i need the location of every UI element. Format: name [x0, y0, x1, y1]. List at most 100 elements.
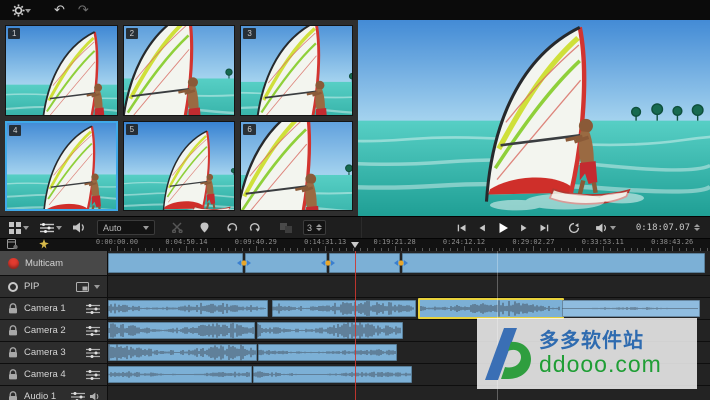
previous-frame-icon[interactable] — [477, 223, 487, 233]
clip-multicam-3[interactable] — [329, 253, 400, 273]
ruler-tick — [568, 248, 569, 251]
audio-speaker-icon[interactable] — [73, 222, 86, 233]
lock-icon[interactable] — [8, 391, 18, 400]
clip-camera-1-1[interactable] — [108, 300, 268, 317]
clip-camera-1-3[interactable] — [418, 298, 564, 319]
track-header-multicam[interactable]: Multicam — [0, 251, 108, 275]
track-label: Audio 1 — [24, 391, 56, 400]
lock-icon[interactable] — [8, 347, 18, 358]
ruler-tick — [124, 248, 125, 251]
audio-sync-icon[interactable] — [38, 239, 50, 249]
duration-stepper[interactable]: 3 — [303, 220, 326, 235]
rotate-left-icon[interactable] — [226, 222, 238, 233]
lock-icon[interactable] — [8, 369, 18, 380]
watermark: 多多软件站 ddooo.com — [477, 318, 697, 389]
track-label: Camera 4 — [24, 369, 66, 380]
split-clip-scissors-icon[interactable] — [172, 222, 183, 233]
watermark-logo-icon — [484, 326, 532, 382]
camera-thumbnail-6[interactable]: 6 — [240, 121, 353, 212]
camera-thumbnail-5[interactable]: 5 — [123, 121, 236, 212]
ruler-tick — [408, 248, 409, 251]
audio-source-select[interactable]: Auto — [97, 220, 155, 235]
transition-icon[interactable] — [280, 223, 292, 233]
ruler-timecode-label: 0:00:00.00 — [96, 238, 138, 246]
clip-camera-2-1[interactable] — [108, 322, 255, 339]
clip-camera-3-2[interactable] — [258, 344, 397, 361]
waveform — [108, 300, 268, 317]
ruler-tick — [582, 248, 583, 251]
undo-icon[interactable]: ↶ — [54, 0, 65, 20]
preview-image — [358, 20, 710, 216]
waveform — [272, 300, 416, 317]
track-options-icon[interactable] — [86, 304, 100, 314]
source-manager-icon[interactable] — [7, 239, 18, 249]
preview-volume-icon[interactable] — [596, 222, 616, 233]
waveform — [562, 300, 700, 317]
current-timecode[interactable]: 0:18:07.07 — [636, 221, 700, 234]
track-manager-icon[interactable] — [40, 222, 62, 233]
watermark-text: 多多软件站 ddooo.com — [539, 331, 662, 376]
waveform — [253, 366, 412, 383]
cut-point-icon[interactable] — [321, 254, 335, 272]
redo-icon[interactable]: ↷ — [78, 0, 89, 20]
ruler-tick — [214, 248, 215, 251]
clip-multicam-1[interactable] — [108, 253, 243, 273]
ruler-tick — [110, 248, 111, 251]
clip-multicam-2[interactable] — [245, 253, 327, 273]
clip-camera-3-1[interactable] — [108, 344, 257, 361]
track-content-camera-1[interactable] — [108, 298, 710, 319]
ruler-tick — [131, 248, 132, 251]
track-options-icon[interactable] — [86, 370, 100, 380]
track-options-icon[interactable] — [86, 326, 100, 336]
camera-thumbnail-3[interactable]: 3 — [240, 25, 353, 116]
camera-thumbnail-1[interactable]: 1 — [5, 25, 118, 116]
duration-stepper-arrows-icon[interactable] — [316, 221, 322, 234]
ruler-tick — [443, 248, 444, 251]
ruler-tick — [492, 248, 493, 251]
pip-icon[interactable] — [76, 282, 89, 292]
track-header-camera-4[interactable]: Camera 4 — [0, 364, 108, 385]
track-header-camera-3[interactable]: Camera 3 — [0, 342, 108, 363]
ruler-tick — [395, 246, 396, 251]
marker-pin-icon[interactable] — [200, 222, 209, 233]
track-options-icon[interactable] — [86, 348, 100, 358]
skip-start-icon[interactable] — [456, 223, 467, 233]
settings-caret-icon — [25, 9, 31, 16]
play-icon[interactable] — [497, 222, 509, 234]
track-mute-icon[interactable] — [90, 392, 100, 400]
track-content-pip[interactable] — [108, 276, 710, 297]
clip-camera-2-2[interactable] — [257, 322, 403, 339]
playhead-line[interactable] — [355, 251, 356, 400]
clip-camera-1-2[interactable] — [272, 300, 416, 317]
multiview-layout-icon[interactable] — [9, 222, 29, 234]
track-header-pip[interactable]: PIP — [0, 276, 108, 297]
lock-icon[interactable] — [8, 303, 18, 314]
thumbnail-number-badge: 2 — [126, 28, 138, 39]
ruler-tick — [332, 248, 333, 251]
multicam-editor-window: ↶ ↷ 12 3 456 Auto — [0, 0, 710, 400]
cut-point-icon[interactable] — [394, 254, 408, 272]
settings-gear-icon[interactable] — [12, 4, 31, 17]
next-frame-icon[interactable] — [519, 223, 529, 233]
clip-multicam-4[interactable] — [402, 253, 705, 273]
clip-camera-4-2[interactable] — [253, 366, 412, 383]
timeline-ruler[interactable]: 0:00:00.000:04:50.140:09:40.290:14:31.13… — [108, 237, 710, 251]
timecode-stepper-arrows-icon[interactable] — [694, 221, 700, 234]
loop-icon[interactable] — [568, 222, 580, 234]
ruler-tick — [318, 248, 319, 251]
clip-camera-1-4[interactable] — [562, 300, 700, 317]
clip-camera-4-1[interactable] — [108, 366, 252, 383]
lock-icon[interactable] — [8, 325, 18, 336]
rotate-right-icon[interactable] — [249, 222, 261, 233]
cut-point-icon[interactable] — [237, 254, 251, 272]
track-header-audio-1[interactable]: Audio 1 — [0, 386, 108, 400]
control-bar: Auto 3 — [0, 216, 710, 239]
track-header-camera-1[interactable]: Camera 1 — [0, 298, 108, 319]
track-header-camera-2[interactable]: Camera 2 — [0, 320, 108, 341]
skip-end-icon[interactable] — [539, 223, 550, 233]
camera-thumbnail-4[interactable]: 4 — [5, 121, 118, 212]
ruler-tick — [665, 248, 666, 251]
camera-thumbnail-2[interactable]: 2 — [123, 25, 236, 116]
track-content-multicam[interactable] — [108, 251, 710, 275]
track-options-icon[interactable] — [71, 392, 85, 400]
